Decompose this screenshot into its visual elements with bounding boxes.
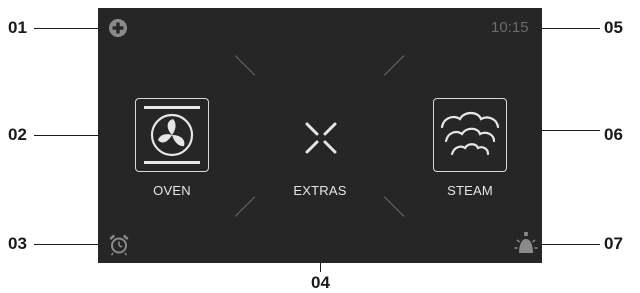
steam-clouds-icon [440,111,500,156]
extras-mode-label: EXTRAS [293,183,347,198]
callout-03: 03 [8,234,27,253]
alarm-clock-icon[interactable] [107,232,131,256]
leader-line-07 [532,244,600,245]
callout-07: 07 [604,234,623,253]
callout-04: 04 [311,273,330,292]
clock-display: 10:15 [491,19,529,36]
callout-01: 01 [8,18,27,37]
decor-line [383,196,405,217]
control-panel-screen: 10:15 OVEN EXTRAS STEAM [98,8,542,263]
oven-mode-button[interactable] [135,98,209,172]
leader-line-01 [34,28,106,29]
steam-mode-label: STEAM [447,183,493,198]
oven-mode-label: OVEN [153,183,191,198]
plus-circle-icon[interactable] [108,18,128,38]
decor-line [234,196,256,217]
light-bulb-icon[interactable] [514,231,538,257]
callout-05: 05 [604,18,623,37]
decor-line [383,55,405,76]
leader-line-05 [536,28,600,29]
decor-line [234,55,256,76]
leader-line-03 [34,244,104,245]
extras-mode-button[interactable] [303,120,339,156]
steam-mode-button[interactable] [433,98,507,172]
callout-02: 02 [8,125,27,144]
fan-icon [144,106,200,164]
extras-icon [305,122,337,154]
callout-06: 06 [604,125,623,144]
